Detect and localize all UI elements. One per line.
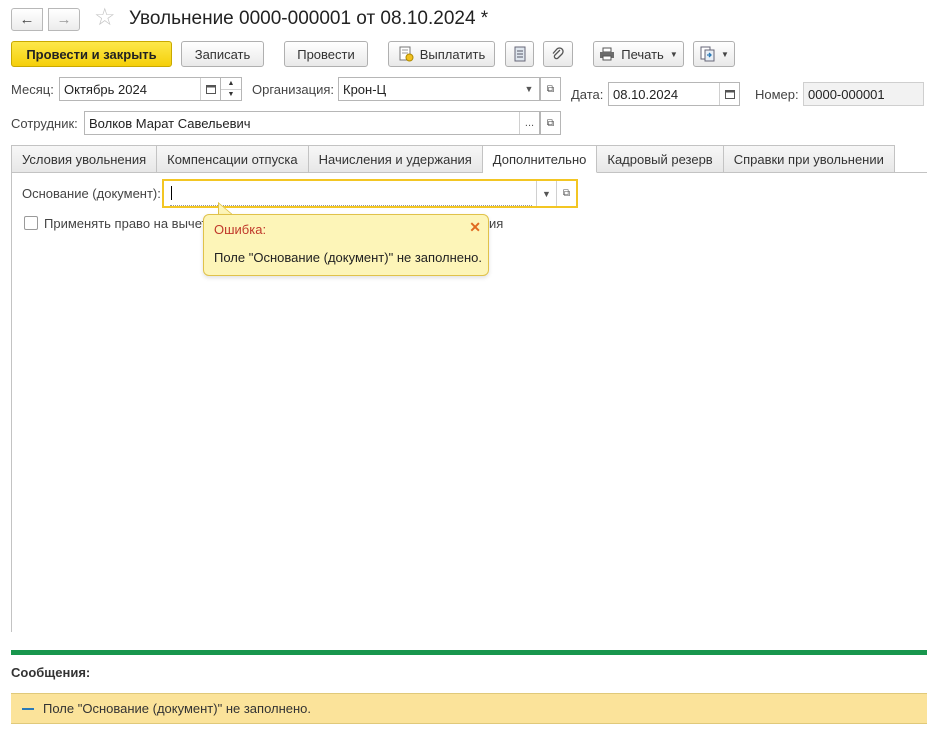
tab-dismissal-conditions[interactable]: Условия увольнения — [11, 145, 158, 173]
calendar-icon[interactable] — [719, 83, 739, 105]
tab-label: Начисления и удержания — [318, 151, 472, 167]
dropdown-arrow-icon[interactable]: ▼ — [519, 78, 539, 100]
create-based-on-icon — [700, 46, 715, 62]
tab-label: Справки при увольнении — [733, 151, 884, 167]
open-window-icon: ⧉ — [546, 83, 555, 95]
print-label: Печать — [621, 46, 664, 62]
month-value: Октябрь 2024 — [64, 81, 147, 97]
month-stepper[interactable]: ▲ ▼ — [220, 77, 242, 101]
apply-deduction-label: Применять право на вычет — [44, 216, 208, 231]
month-label: Месяц: — [11, 82, 54, 97]
report-button[interactable] — [505, 41, 534, 67]
apply-deduction-label-tail: ия — [489, 216, 504, 231]
tab-label: Компенсации отпуска — [167, 151, 298, 167]
tab-additional[interactable]: Дополнительно — [482, 145, 598, 173]
chevron-down-icon: ▼ — [721, 49, 729, 59]
post-and-close-button[interactable]: Провести и закрыть — [11, 41, 172, 67]
messages-divider — [11, 650, 927, 655]
date-label: Дата: — [571, 87, 604, 102]
pay-button[interactable]: Выплатить — [388, 41, 495, 67]
number-value: 0000-000001 — [808, 86, 885, 102]
basis-document-label: Основание (документ): — [22, 186, 161, 201]
document-coin-icon — [399, 46, 414, 62]
open-employee-button[interactable]: ⧉ — [540, 111, 561, 135]
date-field[interactable]: 08.10.2024 — [608, 82, 740, 106]
select-ellipsis-icon[interactable]: ... — [519, 112, 539, 134]
organization-label: Организация: — [252, 82, 335, 97]
employee-field[interactable]: Волков Марат Савельевич ... — [84, 111, 540, 135]
tab-personnel-reserve[interactable]: Кадровый резерв — [597, 145, 724, 173]
calendar-icon[interactable] — [200, 78, 220, 100]
arrow-right-icon: → — [56, 11, 72, 28]
tab-label: Условия увольнения — [22, 151, 147, 167]
organization-value: Крон-Ц — [343, 81, 387, 97]
error-popup: Ошибка: ✕ Поле "Основание (документ)" не… — [203, 214, 489, 276]
employee-label: Сотрудник: — [11, 116, 78, 131]
dropdown-arrow-icon[interactable]: ▼ — [536, 181, 556, 206]
report-list-icon — [514, 46, 525, 62]
basis-document-field[interactable]: ▼ ⧉ — [162, 179, 578, 208]
text-cursor — [171, 186, 172, 200]
chevron-down-icon: ▼ — [669, 49, 678, 59]
basis-document-input[interactable] — [170, 181, 532, 206]
tab-bar: Условия увольнения Компенсации отпуска Н… — [11, 145, 895, 173]
tab-label: Дополнительно — [492, 151, 587, 167]
pay-label: Выплатить — [419, 46, 486, 62]
more-actions-button[interactable]: ▼ — [693, 41, 735, 67]
post-and-close-label: Провести и закрыть — [26, 46, 157, 62]
save-button[interactable]: Записать — [181, 41, 264, 67]
open-organization-button[interactable]: ⧉ — [540, 77, 561, 101]
save-label: Записать — [194, 46, 251, 62]
open-window-icon[interactable]: ⧉ — [556, 181, 576, 206]
forward-button[interactable]: → — [48, 8, 80, 31]
printer-icon — [600, 47, 615, 61]
date-value: 08.10.2024 — [613, 86, 679, 102]
apply-deduction-checkbox[interactable] — [24, 216, 38, 230]
tab-panel-border — [889, 172, 927, 173]
tab-label: Кадровый резерв — [607, 151, 713, 167]
print-button[interactable]: Печать ▼ — [593, 41, 684, 67]
messages-title: Сообщения: — [11, 665, 91, 680]
page-title: Увольнение 0000-000001 от 08.10.2024 * — [129, 8, 489, 29]
message-marker-icon — [22, 707, 34, 710]
number-field[interactable]: 0000-000001 — [803, 82, 924, 106]
error-message: Поле "Основание (документ)" не заполнено… — [214, 250, 483, 265]
paperclip-icon — [552, 47, 564, 60]
post-label: Провести — [297, 46, 355, 62]
message-text: Поле "Основание (документ)" не заполнено… — [43, 701, 312, 716]
back-button[interactable]: ← — [11, 8, 43, 31]
month-field[interactable]: Октябрь 2024 — [59, 77, 221, 101]
open-window-icon: ⧉ — [546, 117, 555, 129]
number-label: Номер: — [755, 87, 799, 102]
chevron-up-icon[interactable]: ▲ — [221, 78, 241, 90]
organization-field[interactable]: Крон-Ц ▼ — [338, 77, 540, 101]
close-icon[interactable]: ✕ — [469, 219, 481, 236]
arrow-left-icon: ← — [19, 11, 35, 28]
employee-value: Волков Марат Савельевич — [89, 115, 251, 131]
message-item[interactable]: Поле "Основание (документ)" не заполнено… — [11, 693, 927, 724]
tab-accruals-deductions[interactable]: Начисления и удержания — [308, 145, 483, 173]
post-button[interactable]: Провести — [284, 41, 368, 67]
tab-vacation-compensation[interactable]: Компенсации отпуска — [157, 145, 309, 173]
tab-panel-left-border — [11, 172, 12, 632]
favorite-star-icon[interactable]: ☆ — [94, 5, 116, 31]
chevron-down-icon[interactable]: ▼ — [228, 90, 235, 101]
error-title: Ошибка: — [214, 222, 267, 237]
tab-dismissal-certificates[interactable]: Справки при увольнении — [723, 145, 895, 173]
attach-button[interactable] — [543, 41, 573, 67]
